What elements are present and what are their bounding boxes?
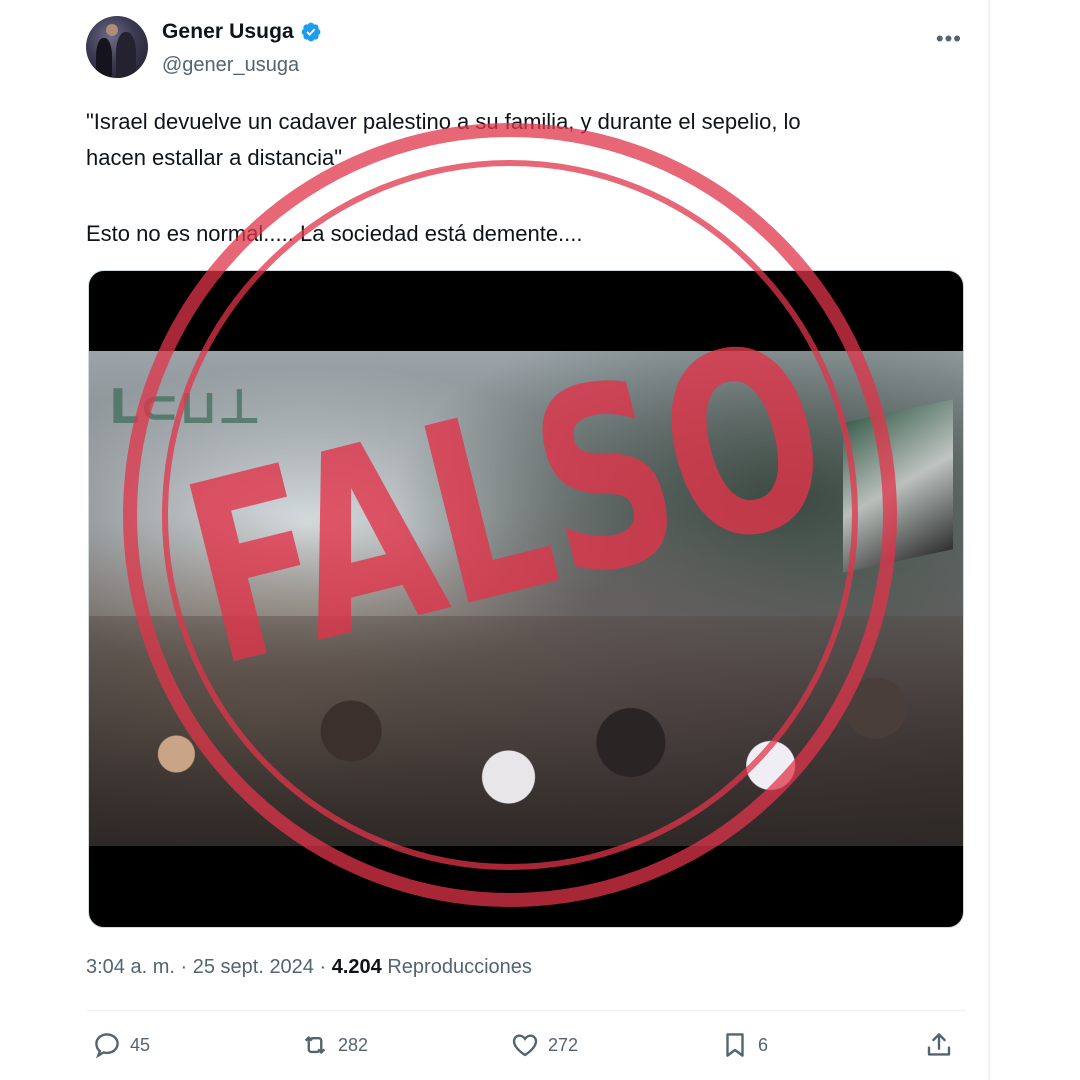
reply-count: 45 — [130, 1034, 151, 1055]
video-frame: ᒪ⊂⊔⊥ — [89, 351, 963, 846]
like-count: 272 — [548, 1034, 579, 1055]
tweet-date[interactable]: 25 sept. 2024 — [193, 956, 314, 978]
tweet-page: Gener Usuga @gener_usuga ••• "Israel dev… — [0, 0, 1080, 1080]
divider — [86, 1010, 966, 1011]
avatar[interactable] — [86, 16, 148, 78]
column-border — [988, 0, 990, 1080]
display-name[interactable]: Gener Usuga — [162, 20, 294, 44]
reply-button[interactable]: 45 — [92, 1030, 150, 1060]
share-button[interactable] — [924, 1030, 954, 1060]
bookmark-icon — [726, 1033, 744, 1057]
crowd-scene — [89, 616, 963, 846]
flag-shape — [843, 399, 953, 573]
user-handle[interactable]: @gener_usuga — [162, 54, 299, 77]
more-options-icon[interactable]: ••• — [936, 26, 962, 52]
heart-icon — [512, 1034, 538, 1057]
avatar-figure — [96, 38, 112, 78]
video-player[interactable]: ᒪ⊂⊔⊥ — [88, 270, 964, 928]
action-bar: 45 282 272 6 — [86, 1030, 966, 1070]
retweet-button[interactable]: 282 — [300, 1030, 368, 1060]
tweet-text-line: "Israel devuelve un cadaver palestino a … — [86, 109, 801, 134]
bookmark-button[interactable]: 6 — [720, 1030, 768, 1060]
video-banner-text: ᒪ⊂⊔⊥ — [109, 379, 262, 435]
tweet-text-line: Esto no es normal..... La sociedad está … — [86, 221, 583, 246]
name-row: Gener Usuga — [162, 20, 322, 44]
views-count: 4.204 — [331, 956, 382, 978]
like-button[interactable]: 272 — [510, 1030, 578, 1060]
meta-separator: · — [174, 956, 193, 978]
verified-badge-icon — [301, 22, 321, 42]
retweet-icon — [304, 1036, 326, 1054]
tweet-meta: 3:04 a. m. · 25 sept. 2024 · 4.204 Repro… — [86, 956, 532, 979]
meta-separator: · — [313, 956, 332, 978]
tweet-text: "Israel devuelve un cadaver palestino a … — [86, 104, 970, 252]
avatar-head — [106, 24, 118, 36]
avatar-figure — [116, 32, 136, 78]
tweet-header: Gener Usuga @gener_usuga ••• — [86, 16, 970, 82]
views-label: Reproducciones — [387, 956, 532, 978]
tweet-text-line: hacen estallar a distancia" — [86, 145, 343, 170]
share-icon — [927, 1033, 951, 1056]
reply-icon — [95, 1033, 119, 1059]
bookmark-count: 6 — [758, 1034, 769, 1055]
retweet-count: 282 — [338, 1034, 369, 1055]
tweet-time[interactable]: 3:04 a. m. — [86, 956, 175, 978]
